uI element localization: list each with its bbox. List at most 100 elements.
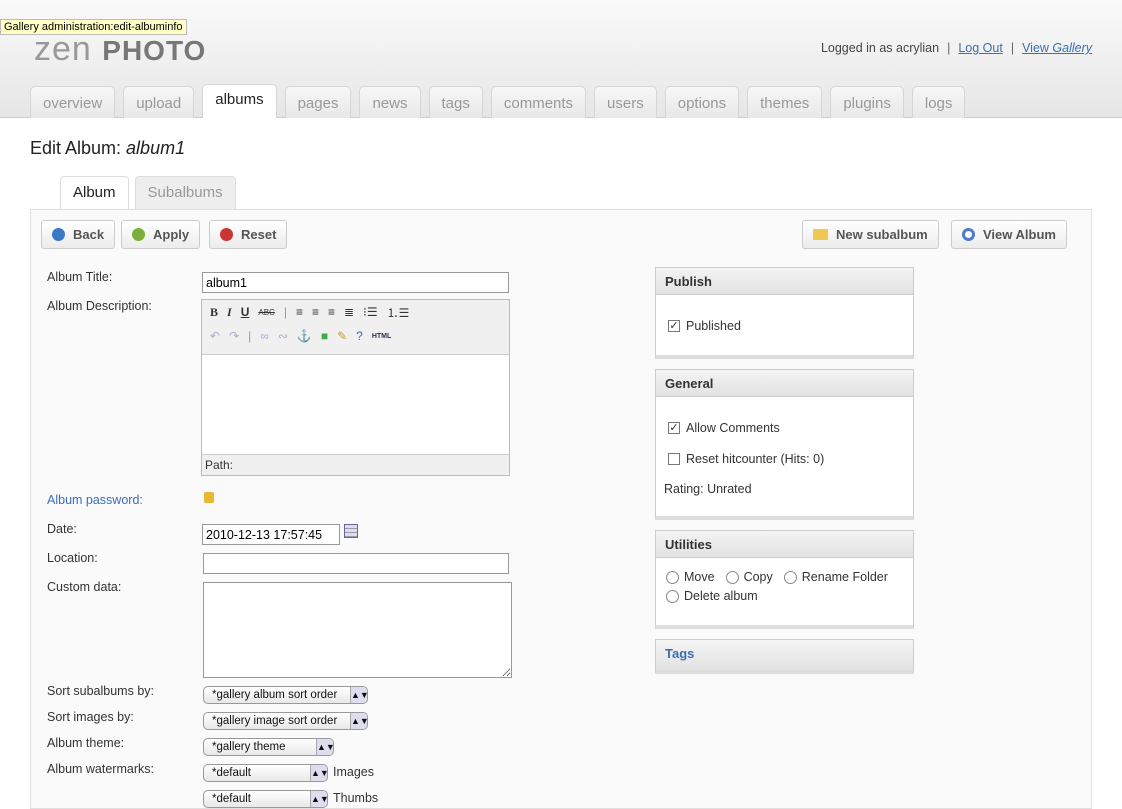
view-album-button[interactable]: View Album <box>951 220 1067 249</box>
apply-button[interactable]: Apply <box>121 220 201 249</box>
editor-toolbar-2: ↶ ↷ | ∞ ∾ ⚓ ■ ✎ ? HTML <box>202 324 509 348</box>
album-theme-select[interactable]: *gallery theme ▲▼ <box>203 738 335 756</box>
numbered-list-icon[interactable]: ⒈☰ <box>387 304 410 321</box>
rating-text: Rating: Unrated <box>664 482 752 496</box>
sort-images-label: Sort images by: <box>47 710 134 724</box>
rich-text-editor: B I U ABC | ≡ ≡ ≡ ≣ ⁝☰ ⒈☰ ↶ ↷ | ∞ ∾ ⚓ ■ … <box>201 299 510 476</box>
watermark-thumbs-select[interactable]: *default ▲▼ <box>203 790 329 808</box>
back-button[interactable]: Back <box>41 220 116 249</box>
unlink-icon[interactable]: ∾ <box>278 329 288 343</box>
main-nav: overview upload albums pages news tags c… <box>30 84 966 118</box>
check-icon <box>132 228 145 241</box>
reset-button[interactable]: Reset <box>209 220 288 249</box>
watermark-images-label: Images <box>333 765 374 779</box>
select-arrows-icon: ▲▼ <box>310 791 329 807</box>
copy-radio[interactable] <box>725 570 739 584</box>
align-right-icon[interactable]: ≡ <box>328 305 335 319</box>
align-justify-icon[interactable]: ≣ <box>344 305 354 319</box>
move-label: Move <box>684 570 715 584</box>
select-value: *default <box>212 793 252 805</box>
align-center-icon[interactable]: ≡ <box>312 305 319 319</box>
subtab-subalbums[interactable]: Subalbums <box>134 176 236 209</box>
watermark-thumbs-label: Thumbs <box>333 791 379 805</box>
back-label: Back <box>73 227 105 242</box>
delete-album-label: Delete album <box>684 589 758 603</box>
published-checkbox[interactable]: ✓ <box>668 320 680 332</box>
custom-data-textarea[interactable] <box>203 582 512 678</box>
zenphoto-logo[interactable]: zen PHOTO <box>34 30 206 69</box>
watermark-images-select[interactable]: *default ▲▼ <box>203 764 329 782</box>
tab-pages[interactable]: pages <box>284 86 352 118</box>
custom-data-label: Custom data: <box>47 580 122 594</box>
publish-title: Publish <box>656 268 913 295</box>
sort-subalbums-select[interactable]: *gallery album sort order ▲▼ <box>203 686 369 704</box>
tags-toggle[interactable]: Tags <box>656 640 913 670</box>
location-label: Location: <box>47 551 98 565</box>
allow-comments-row[interactable]: ✓ Allow Comments <box>668 421 780 435</box>
subtab-album[interactable]: Album <box>60 176 129 209</box>
align-left-icon[interactable]: ≡ <box>296 305 303 319</box>
tab-users[interactable]: users <box>594 86 657 118</box>
published-label: Published <box>686 319 741 333</box>
allow-comments-checkbox[interactable]: ✓ <box>668 422 680 434</box>
reset-hitcounter-row[interactable]: Reset hitcounter (Hits: 0) <box>668 452 824 466</box>
edit-panel <box>30 209 1092 809</box>
back-arrow-icon <box>52 228 65 241</box>
description-textarea[interactable] <box>202 354 509 455</box>
select-value: *gallery image sort order <box>212 715 338 727</box>
undo-icon[interactable]: ↶ <box>210 329 220 343</box>
sort-subalbums-label: Sort subalbums by: <box>47 684 154 698</box>
gallery-text: Gallery <box>1052 41 1092 55</box>
anchor-icon[interactable]: ⚓ <box>297 329 312 343</box>
lock-icon[interactable] <box>204 492 214 503</box>
cleanup-brush-icon[interactable]: ✎ <box>337 329 347 343</box>
album-description-label: Album Description: <box>47 299 152 313</box>
tab-themes[interactable]: themes <box>747 86 823 118</box>
date-label: Date: <box>47 522 77 536</box>
reset-label: Reset <box>241 227 277 242</box>
logout-link[interactable]: Log Out <box>958 41 1002 55</box>
folder-icon <box>813 229 828 240</box>
calendar-icon[interactable] <box>344 524 358 538</box>
subtabs: Album Subalbums <box>60 176 236 209</box>
date-input[interactable] <box>202 524 340 545</box>
logo-photo: PHOTO <box>102 35 207 66</box>
tab-options[interactable]: options <box>664 86 740 118</box>
general-box: General ✓ Allow Comments Reset hitcounter… <box>655 369 914 520</box>
location-input[interactable] <box>203 553 509 574</box>
tab-upload[interactable]: upload <box>123 86 195 118</box>
sort-images-select[interactable]: *gallery image sort order ▲▼ <box>203 712 369 730</box>
tab-overview[interactable]: overview <box>30 86 116 118</box>
toolbar-divider: | <box>283 305 287 319</box>
html-source-button[interactable]: HTML <box>372 333 391 340</box>
tab-comments[interactable]: comments <box>490 86 587 118</box>
view-gallery-link[interactable]: View Gallery <box>1022 41 1092 55</box>
published-row[interactable]: ✓ Published <box>668 319 741 333</box>
link-icon[interactable]: ∞ <box>260 329 269 343</box>
bold-button[interactable]: B <box>210 305 218 320</box>
tab-plugins[interactable]: plugins <box>830 86 904 118</box>
new-subalbum-button[interactable]: New subalbum <box>802 220 939 249</box>
album-password-link[interactable]: Album password: <box>47 493 143 507</box>
utilities-options: Move Copy Rename Folder <box>666 570 888 584</box>
tab-tags[interactable]: tags <box>428 86 483 118</box>
move-radio[interactable] <box>666 570 679 584</box>
reset-hitcounter-checkbox[interactable] <box>668 453 680 465</box>
underline-button[interactable]: U <box>241 305 250 319</box>
bullet-list-icon[interactable]: ⁝☰ <box>363 305 378 319</box>
copy-label: Copy <box>743 570 773 584</box>
tab-logs[interactable]: logs <box>911 86 966 118</box>
delete-album-row[interactable]: Delete album <box>666 589 758 603</box>
tab-news[interactable]: news <box>359 86 421 118</box>
help-icon[interactable]: ? <box>356 329 363 343</box>
redo-icon[interactable]: ↷ <box>229 329 239 343</box>
rename-folder-radio[interactable] <box>783 570 797 584</box>
italic-button[interactable]: I <box>227 305 232 320</box>
rename-folder-label: Rename Folder <box>801 570 888 584</box>
tab-albums[interactable]: albums <box>202 84 277 118</box>
image-icon[interactable]: ■ <box>321 329 328 343</box>
album-title-label: Album Title: <box>47 270 113 284</box>
delete-album-radio[interactable] <box>666 589 679 603</box>
strikethrough-button[interactable]: ABC <box>258 308 274 317</box>
album-title-input[interactable] <box>202 272 509 293</box>
